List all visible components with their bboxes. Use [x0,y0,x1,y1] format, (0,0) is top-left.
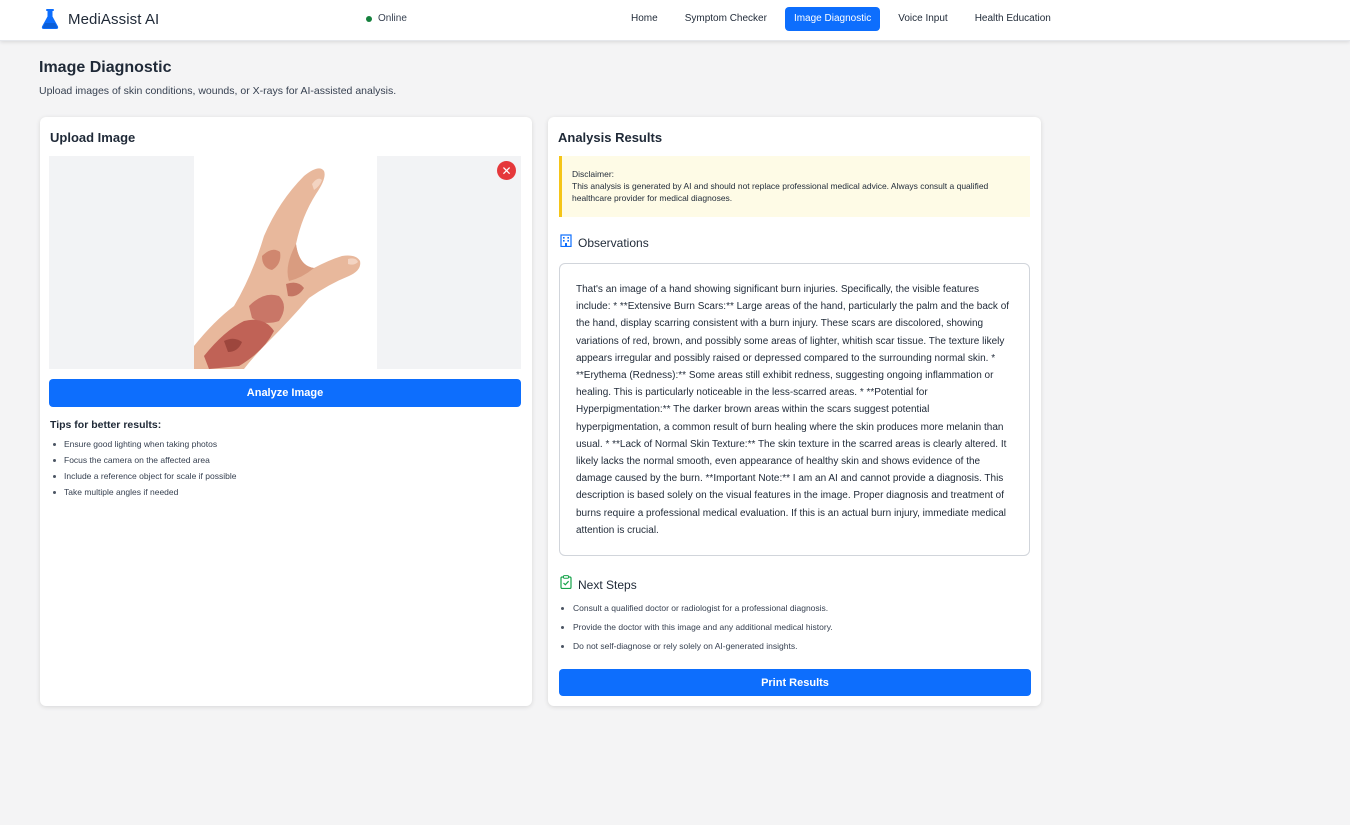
next-step-item: Provide the doctor with this image and a… [561,622,833,641]
next-step-item: Consult a qualified doctor or radiologis… [561,603,833,622]
clipboard-check-icon [560,575,572,594]
uploaded-hand-image [194,156,377,369]
disclaimer-title: Disclaimer: [572,169,615,179]
tip-item: Ensure good lighting when taking photos [52,439,236,455]
upload-card-title: Upload Image [50,130,136,145]
nav-home[interactable]: Home [622,7,667,31]
status-text: Online [378,13,407,24]
top-navbar: MediAssist AI Online Home Symptom Checke… [0,0,1350,41]
page-title: Image Diagnostic [39,59,172,76]
observations-header: Observations [560,234,649,252]
app-name: MediAssist AI [68,10,160,28]
results-card: Analysis Results Disclaimer: This analys… [548,117,1041,706]
next-step-item: Do not self-diagnose or rely solely on A… [561,641,833,660]
nav-image-diagnostic[interactable]: Image Diagnostic [784,7,881,31]
results-card-title: Analysis Results [558,130,663,145]
nav-health-education[interactable]: Health Education [966,7,1060,31]
upload-card: Upload Image ✕ Analyze Image Tips for be… [40,117,532,706]
tip-item: Include a reference object for scale if … [52,471,236,487]
next-steps-title: Next Steps [578,577,637,592]
disclaimer-text: This analysis is generated by AI and sho… [572,181,989,203]
tips-title: Tips for better results: [50,419,162,431]
tips-list: Ensure good lighting when taking photos … [52,439,236,503]
main-nav: Home Symptom Checker Image Diagnostic Vo… [622,7,1069,31]
connection-status: Online [366,13,407,24]
flask-icon [40,8,60,30]
print-results-button[interactable]: Print Results [559,669,1031,696]
next-steps-header: Next Steps [560,575,637,594]
brand[interactable]: MediAssist AI [40,8,159,30]
observations-title: Observations [578,236,649,250]
disclaimer-box: Disclaimer: This analysis is generated b… [559,156,1030,217]
close-icon: ✕ [501,163,512,178]
status-dot-icon [366,15,372,22]
nav-voice-input[interactable]: Voice Input [889,7,956,31]
page-subtitle: Upload images of skin conditions, wounds… [39,85,397,97]
analyze-image-button[interactable]: Analyze Image [49,379,521,407]
image-preview [49,156,521,369]
nav-symptom-checker[interactable]: Symptom Checker [676,7,776,31]
remove-image-button[interactable]: ✕ [497,161,516,180]
tip-item: Focus the camera on the affected area [52,455,236,471]
tip-item: Take multiple angles if needed [52,487,236,503]
hospital-icon [560,234,572,252]
observations-text: That's an image of a hand showing signif… [559,263,1030,556]
next-steps-list: Consult a qualified doctor or radiologis… [561,603,833,660]
